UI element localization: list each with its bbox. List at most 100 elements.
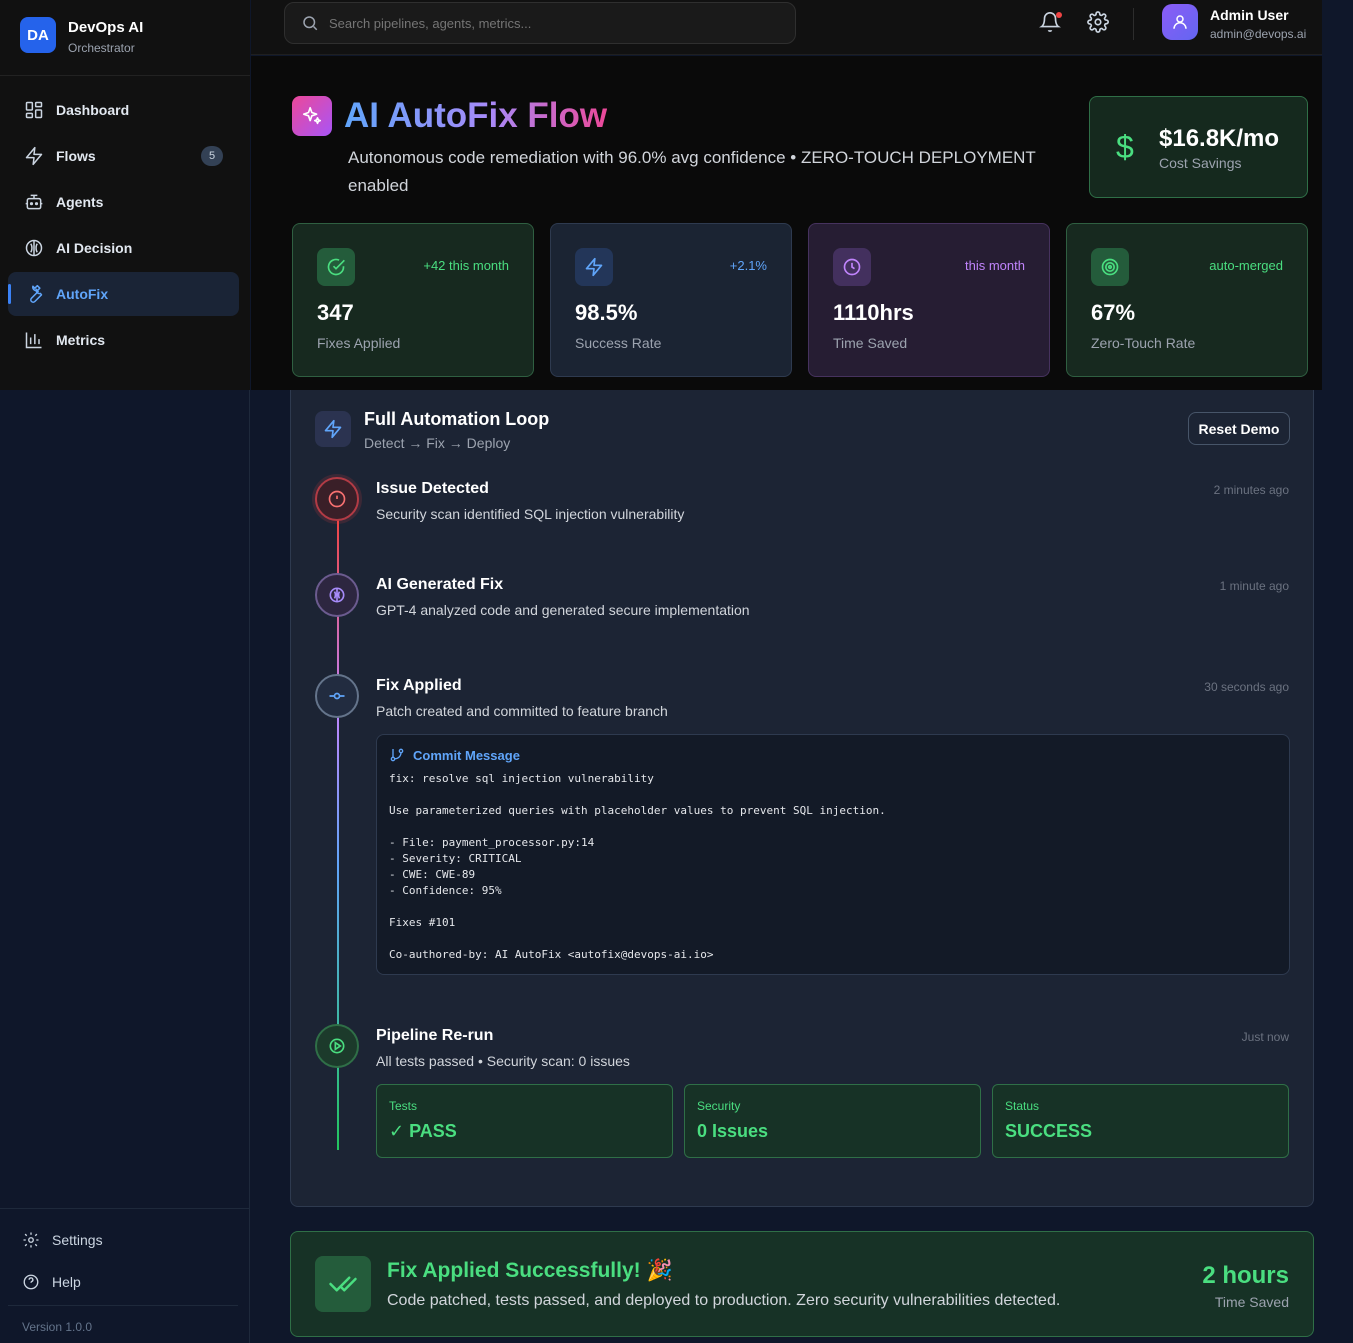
wrench-icon bbox=[30, 284, 43, 303]
stat-label: Zero-Touch Rate bbox=[1091, 335, 1196, 351]
result-value: SUCCESS bbox=[1005, 1121, 1093, 1141]
settings-label: Settings bbox=[52, 1232, 103, 1248]
divider bbox=[1133, 8, 1134, 40]
result-tests: Tests ✓ PASS bbox=[376, 1084, 673, 1158]
step-timestamp: 2 minutes ago bbox=[1213, 483, 1289, 497]
stat-card-success-rate: +2.1% 98.5% Success Rate bbox=[550, 223, 792, 377]
git-commit-icon bbox=[315, 674, 359, 718]
check-double-icon bbox=[315, 1256, 371, 1312]
gear-icon[interactable] bbox=[1087, 11, 1109, 33]
sidebar-item-metrics[interactable]: Metrics bbox=[8, 318, 239, 362]
step-timestamp: 30 seconds ago bbox=[1204, 680, 1289, 694]
page-subtitle: Autonomous code remediation with 96.0% a… bbox=[348, 148, 1036, 195]
step-description: All tests passed • Security scan: 0 issu… bbox=[376, 1053, 630, 1069]
result-value: ✓ PASS bbox=[389, 1121, 457, 1141]
search-box[interactable] bbox=[284, 2, 796, 44]
sidebar-item-ai-decision[interactable]: AI Decision bbox=[8, 226, 239, 270]
user-name[interactable]: Admin User bbox=[1210, 7, 1289, 23]
top-bar: Admin User admin@devops.ai bbox=[251, 0, 1322, 55]
sidebar-item-autofix[interactable]: AutoFix bbox=[8, 272, 239, 316]
clock-icon bbox=[833, 248, 871, 286]
result-security: Security 0 Issues bbox=[684, 1084, 981, 1158]
stat-delta: +2.1% bbox=[729, 258, 767, 273]
stat-label: Success Rate bbox=[575, 335, 662, 351]
commit-message-header: Commit Message bbox=[389, 747, 520, 763]
stat-value: 98.5% bbox=[575, 300, 638, 325]
time-saved-value: 2 hours bbox=[1202, 1262, 1289, 1289]
step-timestamp: Just now bbox=[1241, 1030, 1289, 1044]
brand-name: DevOps AI bbox=[68, 19, 144, 36]
reset-demo-button[interactable]: Reset Demo bbox=[1188, 412, 1290, 445]
page-header: AI AutoFix Flow Autonomous code remediat… bbox=[251, 56, 1322, 390]
sidebar-item-agents[interactable]: Agents bbox=[8, 180, 239, 224]
stat-card-fixes: +42 this month 347 Fixes Applied bbox=[292, 223, 534, 377]
notification-dot bbox=[1056, 12, 1062, 18]
avatar[interactable] bbox=[1162, 4, 1198, 40]
sidebar-footer-divider bbox=[0, 1208, 250, 1209]
dollar-icon: $ bbox=[1116, 129, 1134, 165]
time-saved-label: Time Saved bbox=[1214, 1294, 1289, 1310]
flows-count-badge: 5 bbox=[201, 146, 223, 166]
sparkles-icon bbox=[292, 96, 332, 136]
commit-message-body: fix: resolve sql injection vulnerability… bbox=[389, 772, 886, 961]
step-description: Patch created and committed to feature b… bbox=[376, 703, 668, 719]
stat-value: 67% bbox=[1091, 300, 1136, 325]
stat-label: Fixes Applied bbox=[317, 335, 401, 351]
success-description: Code patched, tests passed, and deployed… bbox=[387, 1292, 1061, 1309]
sidebar-item-help[interactable]: Help bbox=[22, 1273, 81, 1291]
sidebar-item-label: Flows bbox=[56, 148, 96, 164]
stat-label: Time Saved bbox=[833, 335, 908, 351]
sidebar-item-dashboard[interactable]: Dashboard bbox=[8, 88, 239, 132]
result-value: 0 Issues bbox=[697, 1121, 769, 1141]
stat-delta: auto-merged bbox=[1209, 258, 1283, 273]
sidebar-item-label: Metrics bbox=[56, 332, 106, 348]
search-icon bbox=[303, 16, 318, 31]
step-title: Issue Detected bbox=[376, 480, 489, 497]
stat-delta: this month bbox=[965, 258, 1025, 273]
play-icon bbox=[315, 1024, 359, 1068]
target-icon bbox=[1091, 248, 1129, 286]
step-title: Fix Applied bbox=[376, 677, 462, 694]
version-label: Version 1.0.0 bbox=[22, 1320, 93, 1334]
divider bbox=[8, 1305, 238, 1306]
commit-message-label: Commit Message bbox=[413, 747, 520, 763]
bar-chart-icon bbox=[25, 332, 42, 349]
help-label: Help bbox=[52, 1274, 81, 1290]
brand-subtitle: Orchestrator bbox=[68, 41, 135, 55]
step-description: GPT-4 analyzed code and generated secure… bbox=[376, 602, 750, 618]
success-title: Fix Applied Successfully! 🎉 bbox=[387, 1259, 673, 1282]
step-title: Pipeline Re-run bbox=[376, 1027, 494, 1044]
sidebar-item-label: AutoFix bbox=[56, 286, 109, 302]
git-branch-icon bbox=[390, 748, 404, 762]
brain-icon bbox=[315, 573, 359, 617]
sidebar-item-settings[interactable]: Settings bbox=[22, 1231, 103, 1249]
dashboard-icon bbox=[25, 101, 43, 119]
gear-icon bbox=[23, 1232, 39, 1248]
result-status: Status SUCCESS bbox=[992, 1084, 1289, 1158]
success-banner: Fix Applied Successfully! 🎉 Code patched… bbox=[290, 1231, 1314, 1337]
zap-icon bbox=[575, 248, 613, 286]
brand[interactable]: DA DevOps AI Orchestrator bbox=[0, 0, 250, 76]
stat-delta: +42 this month bbox=[423, 258, 509, 273]
search-input[interactable] bbox=[329, 15, 769, 31]
bot-icon bbox=[25, 194, 43, 210]
brand-logo: DA bbox=[20, 17, 56, 53]
result-label: Tests bbox=[389, 1099, 418, 1113]
cost-savings-card: $ $16.8K/mo Cost Savings bbox=[1089, 96, 1308, 198]
sidebar-top: DA DevOps AI Orchestrator Dashboard Flow… bbox=[0, 0, 250, 390]
commit-message-box: Commit Message fix: resolve sql injectio… bbox=[376, 734, 1290, 975]
result-label: Security bbox=[697, 1099, 741, 1113]
sidebar-item-label: Dashboard bbox=[56, 102, 130, 118]
stat-card-zero-touch: auto-merged 67% Zero-Touch Rate bbox=[1066, 223, 1308, 377]
step-title: AI Generated Fix bbox=[376, 576, 504, 593]
savings-value: $16.8K/mo bbox=[1159, 125, 1280, 152]
card-title: Full Automation Loop bbox=[364, 409, 550, 429]
alert-icon bbox=[315, 477, 359, 521]
result-label: Status bbox=[1005, 1099, 1040, 1113]
sidebar-item-label: AI Decision bbox=[56, 240, 133, 256]
sidebar: DA DevOps AI Orchestrator Dashboard Flow… bbox=[0, 0, 250, 1343]
sidebar-item-flows[interactable]: Flows 5 bbox=[8, 134, 239, 178]
stat-card-time-saved: this month 1110hrs Time Saved bbox=[808, 223, 1050, 377]
active-indicator bbox=[8, 284, 11, 304]
user-icon bbox=[1173, 15, 1187, 29]
